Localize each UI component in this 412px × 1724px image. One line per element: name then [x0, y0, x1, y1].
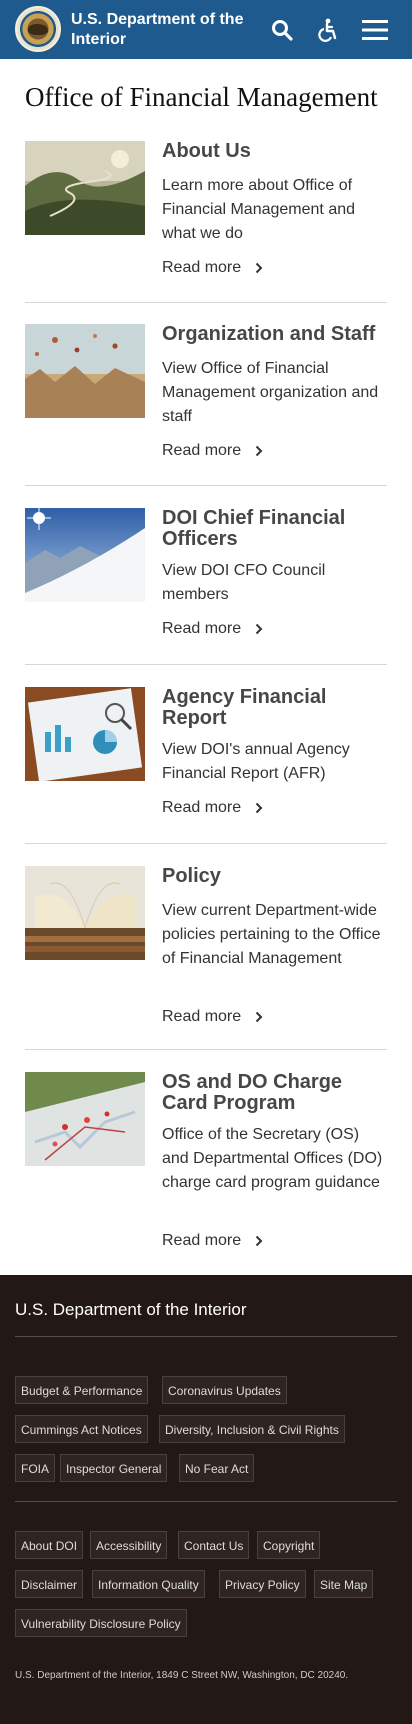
footer-link-inspector-general[interactable]: Inspector General — [60, 1454, 168, 1482]
footer-address: U.S. Department of the Interior, 1849 C … — [15, 1670, 349, 1681]
footer-link-contact-us[interactable]: Contact Us — [178, 1531, 250, 1559]
hamburger-menu-icon[interactable] — [358, 13, 392, 47]
site-header: U.S. Department of the Interior — [0, 0, 412, 59]
footer-link-budget-performance[interactable]: Budget & Performance — [15, 1376, 149, 1404]
misty-mountain-road-photo[interactable] — [25, 141, 145, 235]
hot-air-balloons-photo[interactable] — [25, 324, 145, 418]
divider — [25, 485, 387, 486]
financial-charts-photo[interactable] — [25, 687, 145, 782]
site-footer: U.S. Department of the Interior Budget &… — [0, 1275, 412, 1724]
accessibility-icon[interactable] — [310, 13, 344, 47]
card-title[interactable]: Policy — [162, 866, 387, 887]
footer-divider — [15, 1336, 397, 1337]
open-book-photo[interactable] — [25, 866, 145, 960]
footer-link-cummings-act-notices[interactable]: Cummings Act Notices — [15, 1415, 148, 1443]
read-more-label: Read more — [162, 799, 242, 816]
footer-link-coronavirus-updates[interactable]: Coronavirus Updates — [162, 1376, 287, 1404]
chevron-right-icon — [255, 445, 263, 457]
footer-divider — [15, 1501, 397, 1502]
footer-link-information-quality[interactable]: Information Quality — [92, 1570, 205, 1598]
agency-name[interactable]: U.S. Department of the Interior — [71, 10, 251, 50]
read-more-link[interactable]: Read more — [162, 798, 263, 818]
footer-link-diversity-inclusion[interactable]: Diversity, Inclusion & Civil Rights — [159, 1415, 345, 1443]
read-more-label: Read more — [162, 259, 242, 276]
read-more-label: Read more — [162, 620, 242, 637]
divider — [25, 302, 387, 303]
footer-title[interactable]: U.S. Department of the Interior — [15, 1300, 247, 1320]
divider — [25, 1049, 387, 1050]
card-description: View current Department-wide policies pe… — [162, 902, 381, 967]
read-more-link[interactable]: Read more — [162, 1007, 263, 1027]
footer-link-vulnerability-disclosure-policy[interactable]: Vulnerability Disclosure Policy — [15, 1609, 187, 1637]
read-more-label: Read more — [162, 1008, 242, 1025]
card-description: View DOI's annual Agency Financial Repor… — [162, 741, 350, 782]
footer-link-no-fear-act[interactable]: No Fear Act — [179, 1454, 255, 1482]
card-description: View DOI CFO Council members — [162, 562, 326, 603]
card-description: Office of the Secretary (OS) and Departm… — [162, 1126, 383, 1191]
read-more-link[interactable]: Read more — [162, 258, 263, 278]
footer-link-copyright[interactable]: Copyright — [257, 1531, 321, 1559]
card-title[interactable]: OS and DO Charge Card Program — [162, 1072, 387, 1114]
chevron-right-icon — [255, 802, 263, 814]
doi-seal-icon[interactable] — [15, 6, 61, 52]
card-title[interactable]: About Us — [162, 141, 387, 162]
footer-link-about-doi[interactable]: About DOI — [15, 1531, 84, 1559]
footer-link-privacy-policy[interactable]: Privacy Policy — [219, 1570, 306, 1598]
footer-link-accessibility[interactable]: Accessibility — [90, 1531, 168, 1559]
read-more-link[interactable]: Read more — [162, 1231, 263, 1251]
footer-link-foia[interactable]: FOIA — [15, 1454, 56, 1482]
chevron-right-icon — [255, 1011, 263, 1023]
card-description: View Office of Financial Management orga… — [162, 360, 379, 425]
chevron-right-icon — [255, 1235, 263, 1247]
card-title[interactable]: Agency Financial Report — [162, 687, 387, 729]
footer-link-site-map[interactable]: Site Map — [314, 1570, 374, 1598]
search-icon[interactable] — [265, 13, 299, 47]
divider — [25, 843, 387, 844]
read-more-label: Read more — [162, 1232, 242, 1249]
read-more-label: Read more — [162, 442, 242, 459]
card-title[interactable]: Organization and Staff — [162, 324, 387, 345]
card-title[interactable]: DOI Chief Financial Officers — [162, 508, 387, 550]
card-description: Learn more about Office of Financial Man… — [162, 177, 356, 242]
divider — [25, 664, 387, 665]
chevron-right-icon — [255, 262, 263, 274]
read-more-link[interactable]: Read more — [162, 619, 263, 639]
footer-link-disclaimer[interactable]: Disclaimer — [15, 1570, 84, 1598]
page-title: Office of Financial Management — [25, 82, 378, 112]
chevron-right-icon — [255, 623, 263, 635]
read-more-link[interactable]: Read more — [162, 441, 263, 461]
map-with-pins-photo[interactable] — [25, 1072, 145, 1166]
snowy-mountain-sun-photo[interactable] — [25, 508, 145, 602]
